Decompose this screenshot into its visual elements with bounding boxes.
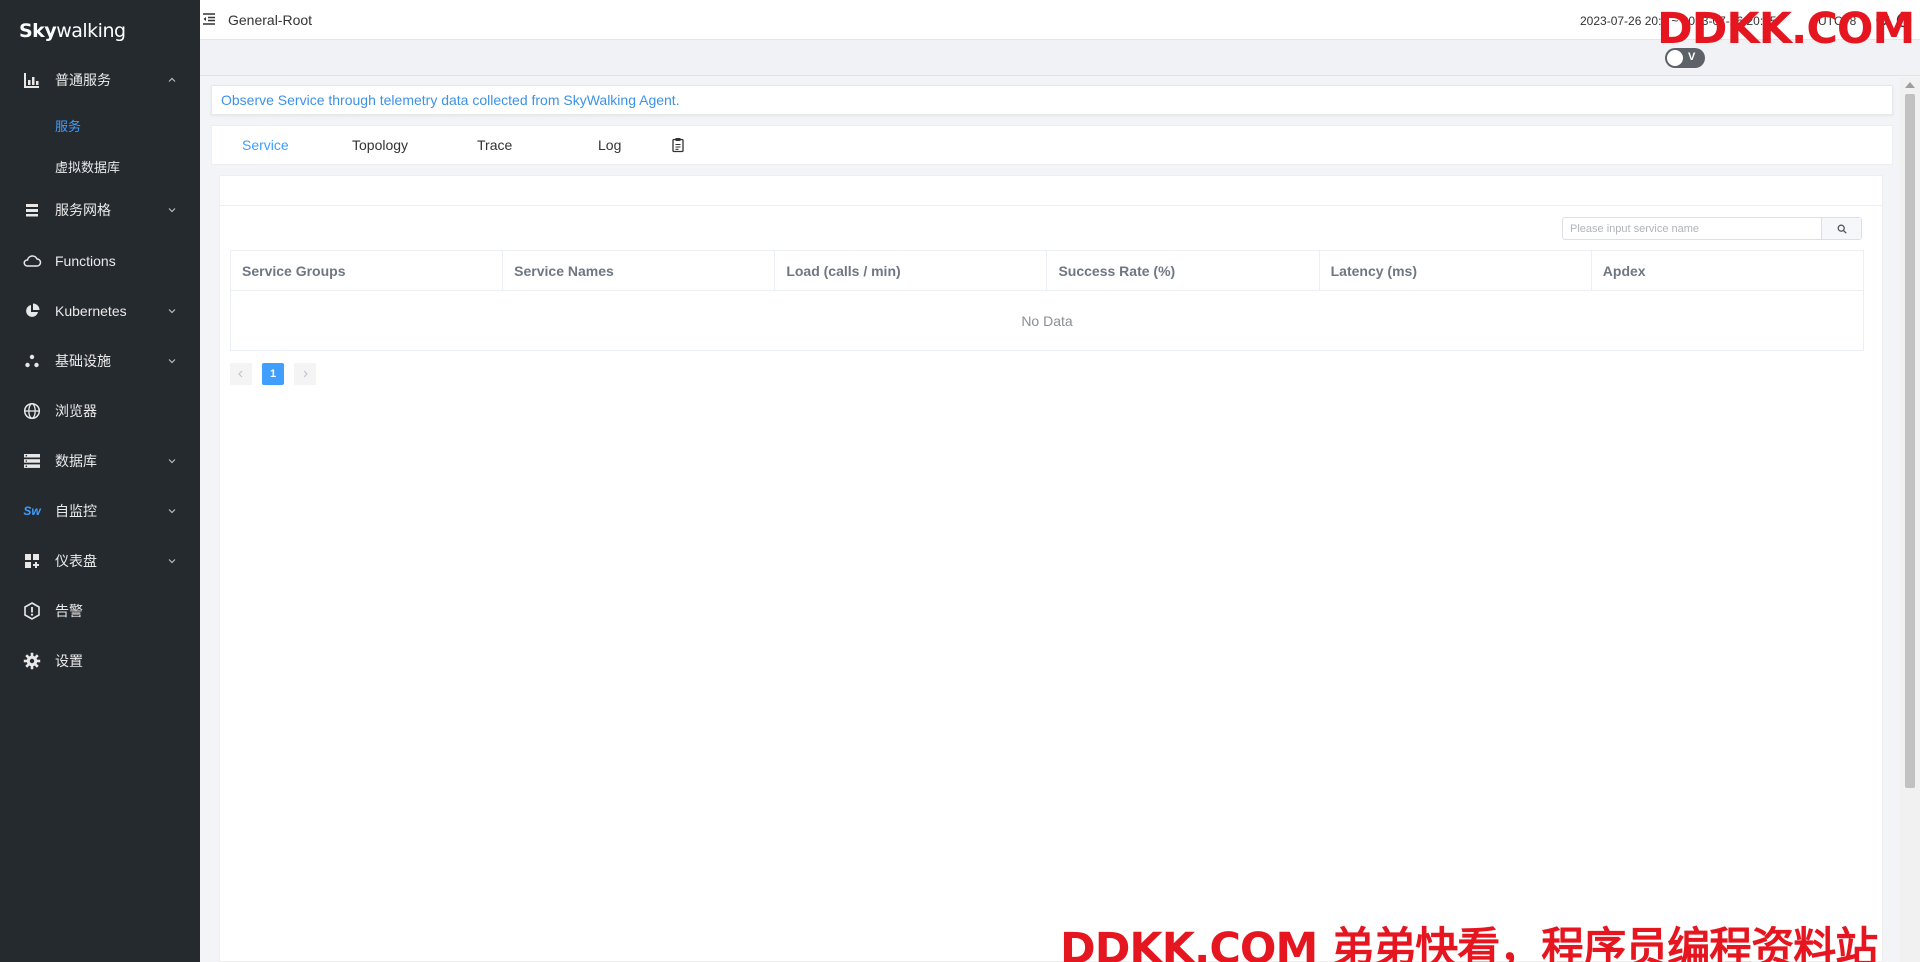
page-scrollbar[interactable]: [1900, 78, 1920, 962]
dots-icon: [22, 351, 42, 371]
chevron-down-icon: [168, 459, 176, 464]
sidebar-item-label: 服务网格: [55, 202, 111, 218]
sidebar-item-functions[interactable]: Functions: [0, 241, 200, 281]
sidebar-item-dashboard[interactable]: 仪表盘: [0, 541, 200, 581]
sidebar-item-label: 基础设施: [55, 353, 111, 369]
sidebar: Skywalking 普通服务 服务 虚拟数据库 服务网格 Functions …: [0, 0, 200, 962]
sidebar-item-self-observability[interactable]: Sw 自监控: [0, 491, 200, 531]
search-input[interactable]: [1563, 218, 1823, 239]
chevron-down-icon: [168, 208, 176, 213]
sidebar-item-database[interactable]: 数据库: [0, 441, 200, 481]
sidebar-item-label: 告警: [55, 603, 83, 619]
layers-icon: [22, 200, 42, 220]
column-header[interactable]: Success Rate (%): [1046, 250, 1320, 291]
empty-state: No Data: [230, 290, 1864, 351]
tab-bar: Service Topology Trace Log: [211, 125, 1893, 165]
layer-description: Observe Service through telemetry data c…: [211, 85, 1893, 115]
column-header[interactable]: Service Groups: [229, 250, 504, 291]
sidebar-item-label: 自监控: [55, 503, 97, 519]
dashboard-icon: [22, 551, 42, 571]
menu-fold-icon[interactable]: [202, 12, 216, 26]
sidebar-item-kubernetes[interactable]: Kubernetes: [0, 291, 200, 331]
chevron-up-icon: [168, 77, 176, 82]
sidebar-subitem-service[interactable]: 服务: [0, 107, 200, 143]
column-header[interactable]: Service Names: [502, 250, 776, 291]
scrollbar-thumb[interactable]: [1905, 94, 1915, 788]
sidebar-item-label: Kubernetes: [55, 303, 127, 319]
next-page-button[interactable]: [294, 363, 316, 385]
chevron-down-icon: [168, 559, 176, 564]
chevron-down-icon: [168, 359, 176, 364]
sidebar-item-infrastructure[interactable]: 基础设施: [0, 341, 200, 381]
service-list-panel: Service Groups Service Names Load (calls…: [219, 175, 1883, 962]
pagination: 1: [230, 363, 316, 385]
page-number[interactable]: 1: [262, 363, 284, 385]
sidebar-item-label: 仪表盘: [55, 553, 97, 569]
sw-icon: Sw: [23, 504, 41, 518]
gear-icon: [22, 651, 42, 671]
tab-service[interactable]: Service: [242, 137, 289, 153]
page-title: General-Root: [228, 12, 313, 28]
sidebar-item-label: Functions: [55, 253, 116, 269]
sidebar-item-settings[interactable]: 设置: [0, 641, 200, 681]
column-header[interactable]: Load (calls / min): [774, 250, 1048, 291]
sidebar-item-browser[interactable]: 浏览器: [0, 391, 200, 431]
watermark-top: DDKK.COM: [1657, 4, 1915, 54]
globe-icon: [22, 401, 42, 421]
sidebar-item-label: 普通服务: [55, 72, 111, 88]
logo[interactable]: Skywalking: [0, 0, 200, 62]
sidebar-item-label: 数据库: [55, 453, 97, 469]
sidebar-item-label: 浏览器: [55, 403, 97, 419]
tab-topology[interactable]: Topology: [352, 137, 408, 153]
chevron-left-icon: [238, 370, 243, 378]
search-box: [1562, 217, 1862, 240]
chevron-down-icon: [168, 309, 176, 314]
sidebar-item-label: 设置: [55, 653, 83, 669]
alert-icon: [22, 601, 42, 621]
cloud-icon: [22, 251, 42, 271]
pie-icon: [22, 301, 42, 321]
service-table: Service Groups Service Names Load (calls…: [229, 250, 1865, 351]
database-icon: [22, 451, 42, 471]
prev-page-button[interactable]: [230, 363, 252, 385]
tab-log[interactable]: Log: [598, 137, 621, 153]
scroll-up-icon[interactable]: [1905, 82, 1915, 88]
column-header[interactable]: Apdex: [1590, 250, 1865, 291]
watermark-bottom: DDKK.COM 弟弟快看，程序员编程资料站: [1060, 924, 1878, 962]
sidebar-item-general-service[interactable]: 普通服务: [0, 60, 200, 100]
clipboard-icon[interactable]: [670, 137, 686, 153]
chevron-down-icon: [168, 509, 176, 514]
search-button[interactable]: [1821, 218, 1861, 239]
tab-trace[interactable]: Trace: [477, 137, 512, 153]
sidebar-item-service-mesh[interactable]: 服务网格: [0, 190, 200, 230]
search-icon: [1837, 224, 1847, 234]
column-header[interactable]: Latency (ms): [1318, 250, 1592, 291]
sidebar-subitem-virtual-database[interactable]: 虚拟数据库: [0, 148, 200, 184]
panel-header: [220, 176, 1882, 206]
chevron-right-icon: [303, 370, 308, 378]
sidebar-item-alerting[interactable]: 告警: [0, 591, 200, 631]
bar-chart-icon: [22, 70, 42, 90]
logo-text: Skywalking: [19, 20, 126, 42]
